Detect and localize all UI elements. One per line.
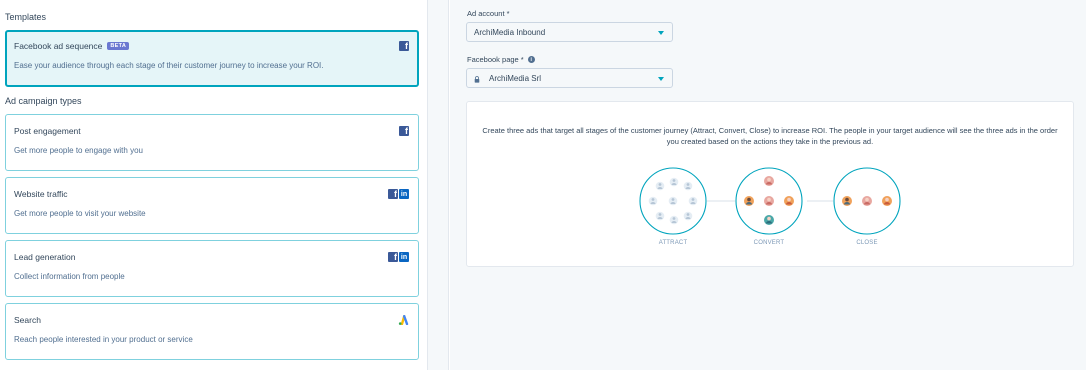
campaign-card-website-traffic[interactable]: Website traffic Get more people to visit… [5,177,419,234]
card-description: Ease your audience through each stage of… [14,61,324,70]
campaign-card-search[interactable]: Search Reach people interested in your p… [5,303,419,360]
campaign-types-heading: Ad campaign types [5,96,82,106]
attract-stage-circle [639,167,707,235]
close-label: CLOSE [856,240,878,246]
facebook-icon: f [399,126,409,136]
card-description: Collect information from people [14,272,125,281]
info-icon[interactable]: i [527,56,535,63]
templates-heading: Templates [5,12,47,22]
ad-account-select[interactable]: ArchiMedia Inbound [466,22,673,42]
template-card-facebook-ad-sequence[interactable]: Facebook ad sequence BETA Ease your audi… [5,30,419,87]
ad-account-value: ArchiMedia Inbound [474,27,546,37]
ad-sequence-info-card: Create three ads that target all stages … [466,101,1074,267]
google-ads-icon [398,315,409,325]
convert-label: CONVERT [753,240,785,246]
card-title: Website traffic [14,189,68,199]
facebook-icon: f [399,41,409,51]
attract-label: ATTRACT [658,240,688,246]
beta-badge: BETA [107,42,130,50]
card-description: Reach people interested in your product … [14,335,193,344]
facebook-page-value: ArchiMedia Srl [489,73,542,83]
facebook-page-label: Facebook page * i [467,55,535,64]
facebook-icon: f [388,189,398,199]
close-stage-circle [833,167,901,235]
facebook-icon: f [388,252,398,262]
linkedin-icon: in [399,189,409,199]
panel-divider [427,0,449,370]
linkedin-icon: in [399,252,409,262]
chevron-down-icon [658,31,664,35]
ad-account-label: Ad account * [467,9,510,18]
card-title: Post engagement [14,126,81,136]
card-title: Lead generation [14,252,76,262]
convert-stage-circle [735,167,803,235]
card-description: Get more people to engage with you [14,146,143,155]
chevron-down-icon [658,77,664,81]
card-description: Get more people to visit your website [14,209,146,218]
card-title: Search [14,315,41,325]
card-title: Facebook ad sequence [14,41,103,51]
facebook-page-select[interactable]: ArchiMedia Srl [466,68,673,88]
campaign-card-lead-generation[interactable]: Lead generation Collect information from… [5,240,419,297]
campaign-card-post-engagement[interactable]: Post engagement Get more people to engag… [5,114,419,171]
lock-icon [474,75,480,83]
ad-type-panel: Templates Facebook ad sequence BETA Ease… [0,0,427,370]
